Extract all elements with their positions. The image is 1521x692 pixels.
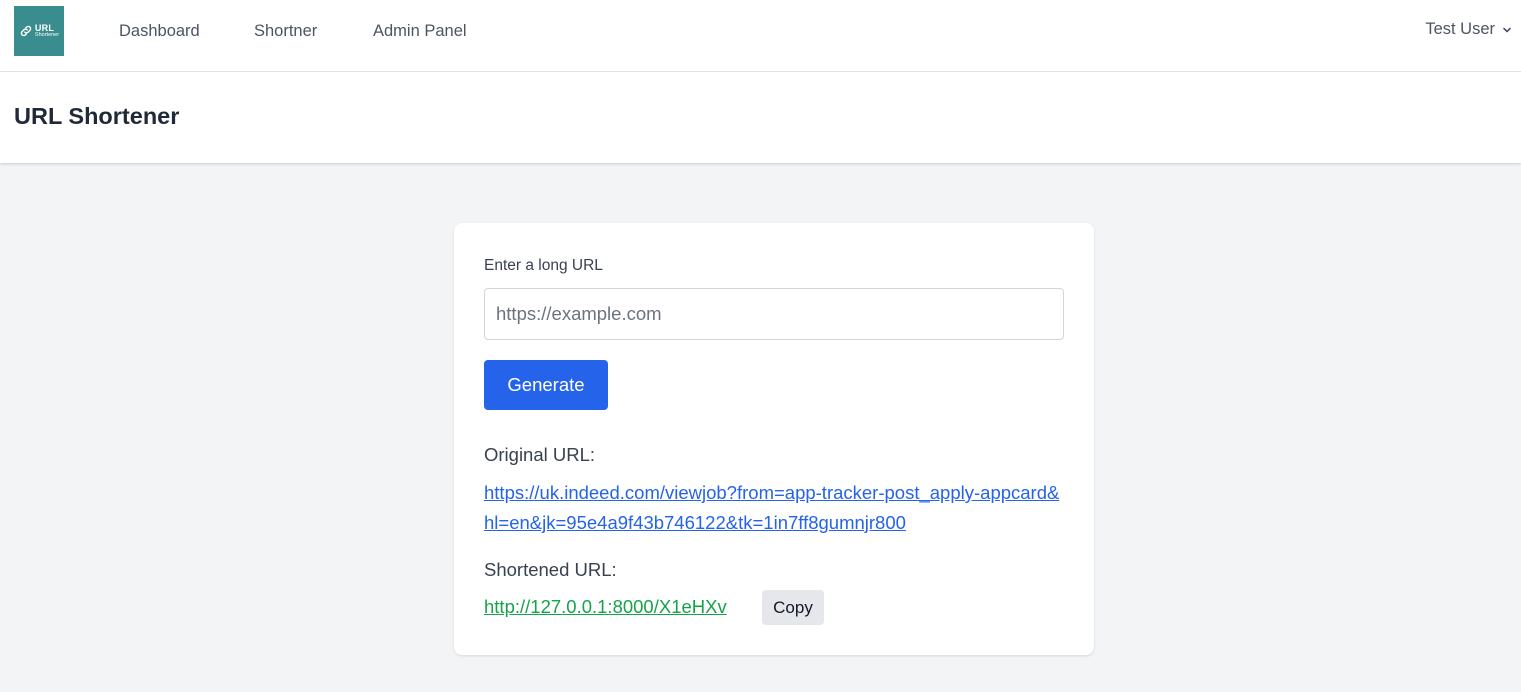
link-icon <box>20 25 32 37</box>
user-name: Test User <box>1425 20 1495 38</box>
long-url-input[interactable] <box>484 288 1064 340</box>
page-header: URL Shortener <box>0 72 1521 163</box>
app-logo[interactable]: URL Shortener <box>14 6 64 56</box>
logo-text-line2: Shortener <box>34 31 60 38</box>
chevron-down-icon <box>1503 27 1511 32</box>
nav-shortner[interactable]: Shortner <box>254 22 317 41</box>
nav-admin-panel[interactable]: Admin Panel <box>373 22 467 41</box>
nav-dashboard[interactable]: Dashboard <box>119 22 200 41</box>
shortener-card: Enter a long URL Generate Original URL: … <box>454 223 1094 655</box>
original-url-label: Original URL: <box>484 444 596 465</box>
page-title: URL Shortener <box>14 103 180 129</box>
copy-button[interactable]: Copy <box>762 590 824 625</box>
shortened-url-label: Shortened URL: <box>484 559 617 580</box>
logo-content: URL Shortener <box>19 23 60 39</box>
logo-text: URL Shortener <box>34 23 60 39</box>
long-url-label: Enter a long URL <box>484 257 603 274</box>
generate-button[interactable]: Generate <box>484 360 608 410</box>
shortened-url-link[interactable]: http://127.0.0.1:8000/X1eHXv <box>484 596 727 618</box>
user-menu-dropdown[interactable]: Test User <box>1425 20 1513 39</box>
original-url-link[interactable]: https://uk.indeed.com/viewjob?from=app-t… <box>484 478 1064 538</box>
top-navbar: URL Shortener Dashboard Shortner Admin P… <box>0 0 1521 72</box>
